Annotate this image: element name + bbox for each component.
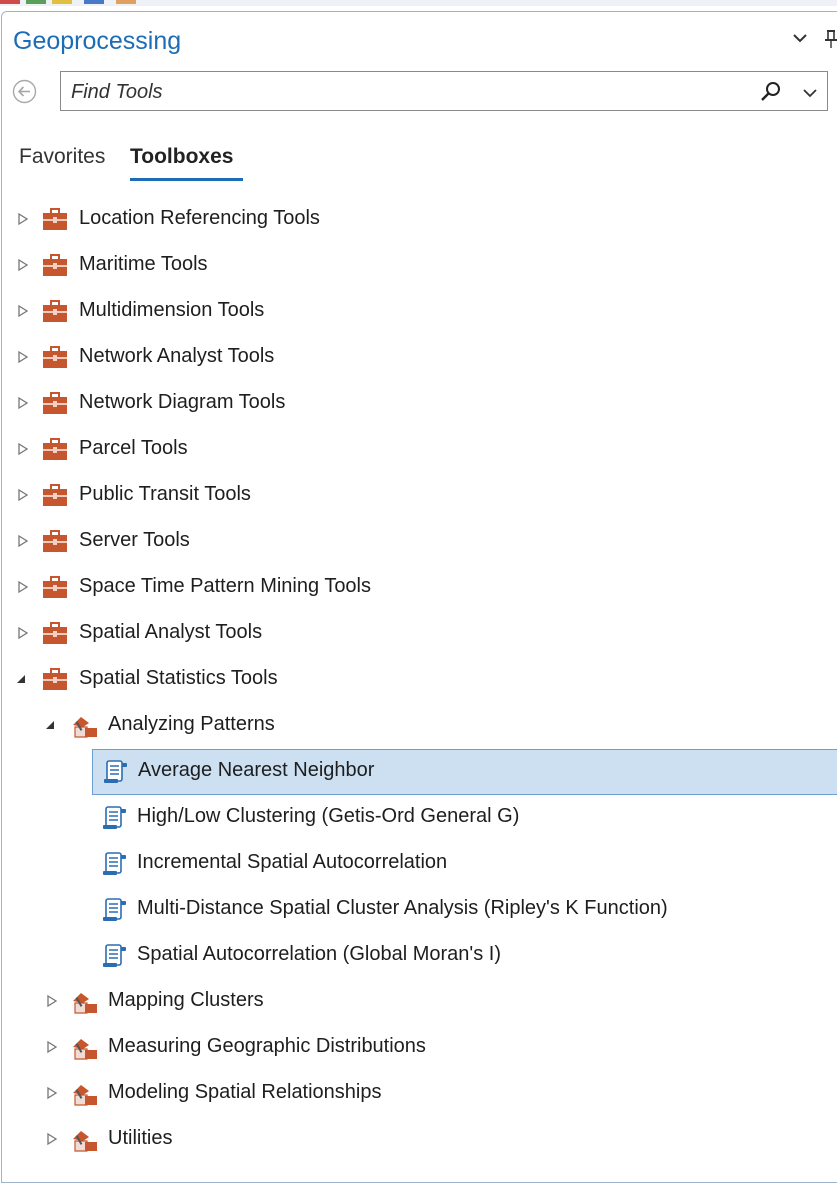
toolbox-icon xyxy=(43,208,67,230)
expand-arrow-icon[interactable] xyxy=(16,303,30,319)
tree-item-toolbox[interactable]: Network Analyst Tools xyxy=(0,335,837,381)
expand-arrow-icon[interactable] xyxy=(16,533,30,549)
collapse-arrow-icon[interactable] xyxy=(43,717,57,733)
toolbox-label: Network Analyst Tools xyxy=(79,345,275,367)
toolset-icon xyxy=(73,993,97,1014)
tree-item-toolbox[interactable]: Public Transit Tools xyxy=(0,473,837,519)
tree-item-toolset[interactable]: Measuring Geographic Distributions xyxy=(0,1025,837,1071)
toolset-icon xyxy=(73,717,97,738)
toolbox-label: Public Transit Tools xyxy=(79,483,251,505)
tree-item-toolbox[interactable]: Parcel Tools xyxy=(0,427,837,473)
chevron-down-icon[interactable] xyxy=(790,28,810,48)
tree-item-toolbox[interactable]: Maritime Tools xyxy=(0,243,837,289)
expand-arrow-icon[interactable] xyxy=(16,625,30,641)
search-input[interactable] xyxy=(69,78,733,106)
tree-item-tool[interactable]: Multi-Distance Spatial Cluster Analysis … xyxy=(0,887,837,933)
toolbox-icon xyxy=(43,576,67,598)
toolbox-label: Space Time Pattern Mining Tools xyxy=(79,575,372,597)
tab-favorites[interactable]: Favorites xyxy=(19,145,105,169)
expand-arrow-icon[interactable] xyxy=(16,395,30,411)
tree-item-toolset[interactable]: Modeling Spatial Relationships xyxy=(0,1071,837,1117)
expand-arrow-icon[interactable] xyxy=(16,441,30,457)
expand-arrow-icon[interactable] xyxy=(16,211,30,227)
toolbox-label: Spatial Analyst Tools xyxy=(79,621,263,643)
tree-item-toolbox[interactable]: Multidimension Tools xyxy=(0,289,837,335)
tree-item-toolbox[interactable]: Spatial Analyst Tools xyxy=(0,611,837,657)
back-arrow-icon[interactable] xyxy=(12,79,37,104)
toolbox-icon xyxy=(43,346,67,368)
tree-item-toolset[interactable]: Mapping Clusters xyxy=(0,979,837,1025)
expand-arrow-icon[interactable] xyxy=(16,487,30,503)
expand-arrow-icon[interactable] xyxy=(16,579,30,595)
expand-arrow-icon[interactable] xyxy=(45,993,59,1009)
toolbox-icon xyxy=(43,254,67,276)
search-options-chevron-icon[interactable] xyxy=(801,84,819,102)
script-tool-icon xyxy=(103,806,126,829)
active-tab-underline xyxy=(130,178,243,181)
toolset-icon xyxy=(73,1131,97,1152)
tool-label: Multi-Distance Spatial Cluster Analysis … xyxy=(137,897,668,919)
toolset-icon xyxy=(73,1039,97,1060)
toolset-label: Utilities xyxy=(108,1127,173,1149)
expand-arrow-icon[interactable] xyxy=(45,1131,59,1147)
toolbox-icon xyxy=(43,484,67,506)
toolbox-icon xyxy=(43,668,67,690)
toolbox-label: Multidimension Tools xyxy=(79,299,265,321)
tree-item-toolbox-expanded[interactable]: Spatial Statistics Tools xyxy=(0,657,837,703)
tool-label: Spatial Autocorrelation (Global Moran's … xyxy=(137,943,501,965)
toolbox-label: Network Diagram Tools xyxy=(79,391,286,413)
toolset-label: Measuring Geographic Distributions xyxy=(108,1035,426,1057)
top-edge-strip xyxy=(0,0,837,6)
tree-item-toolset[interactable]: Utilities xyxy=(0,1117,837,1163)
search-icon[interactable] xyxy=(759,80,783,104)
pane-title: Geoprocessing xyxy=(13,27,182,55)
toolbox-label: Spatial Statistics Tools xyxy=(79,667,278,689)
toolset-icon xyxy=(73,1085,97,1106)
toolbox-icon xyxy=(43,392,67,414)
tool-label: High/Low Clustering (Getis-Ord General G… xyxy=(137,805,520,827)
expand-arrow-icon[interactable] xyxy=(16,257,30,273)
tree-item-toolbox[interactable]: Space Time Pattern Mining Tools xyxy=(0,565,837,611)
tree-item-tool[interactable]: High/Low Clustering (Getis-Ord General G… xyxy=(0,795,837,841)
tree-item-toolset-expanded[interactable]: Analyzing Patterns xyxy=(0,703,837,749)
collapse-arrow-icon[interactable] xyxy=(14,671,28,687)
toolbox-label: Location Referencing Tools xyxy=(79,207,320,229)
find-tools-search xyxy=(60,71,828,111)
tab-toolboxes[interactable]: Toolboxes xyxy=(130,145,233,169)
toolbox-icon xyxy=(43,530,67,552)
pin-icon[interactable] xyxy=(822,28,837,50)
tree-item-toolbox[interactable]: Location Referencing Tools xyxy=(0,197,837,243)
toolbox-label: Parcel Tools xyxy=(79,437,188,459)
script-tool-icon xyxy=(103,852,126,875)
tree-item-toolbox[interactable]: Server Tools xyxy=(0,519,837,565)
tool-label: Incremental Spatial Autocorrelation xyxy=(137,851,448,873)
tree-item-toolbox[interactable]: Network Diagram Tools xyxy=(0,381,837,427)
script-tool-icon xyxy=(103,944,126,967)
script-tool-icon xyxy=(104,760,127,783)
toolbox-icon xyxy=(43,300,67,322)
toolbox-icon xyxy=(43,438,67,460)
expand-arrow-icon[interactable] xyxy=(16,349,30,365)
toolset-label: Analyzing Patterns xyxy=(108,713,275,735)
toolset-label: Modeling Spatial Relationships xyxy=(108,1081,382,1103)
toolset-label: Mapping Clusters xyxy=(108,989,264,1011)
tree-item-tool[interactable]: Incremental Spatial Autocorrelation xyxy=(0,841,837,887)
toolbox-icon xyxy=(43,622,67,644)
tree-item-tool[interactable]: Spatial Autocorrelation (Global Moran's … xyxy=(0,933,837,979)
script-tool-icon xyxy=(103,898,126,921)
toolbox-label: Server Tools xyxy=(79,529,190,551)
expand-arrow-icon[interactable] xyxy=(45,1039,59,1055)
toolbox-label: Maritime Tools xyxy=(79,253,208,275)
tool-label: Average Nearest Neighbor xyxy=(138,759,375,781)
expand-arrow-icon[interactable] xyxy=(45,1085,59,1101)
tree-item-tool-selected[interactable]: Average Nearest Neighbor xyxy=(92,749,837,795)
